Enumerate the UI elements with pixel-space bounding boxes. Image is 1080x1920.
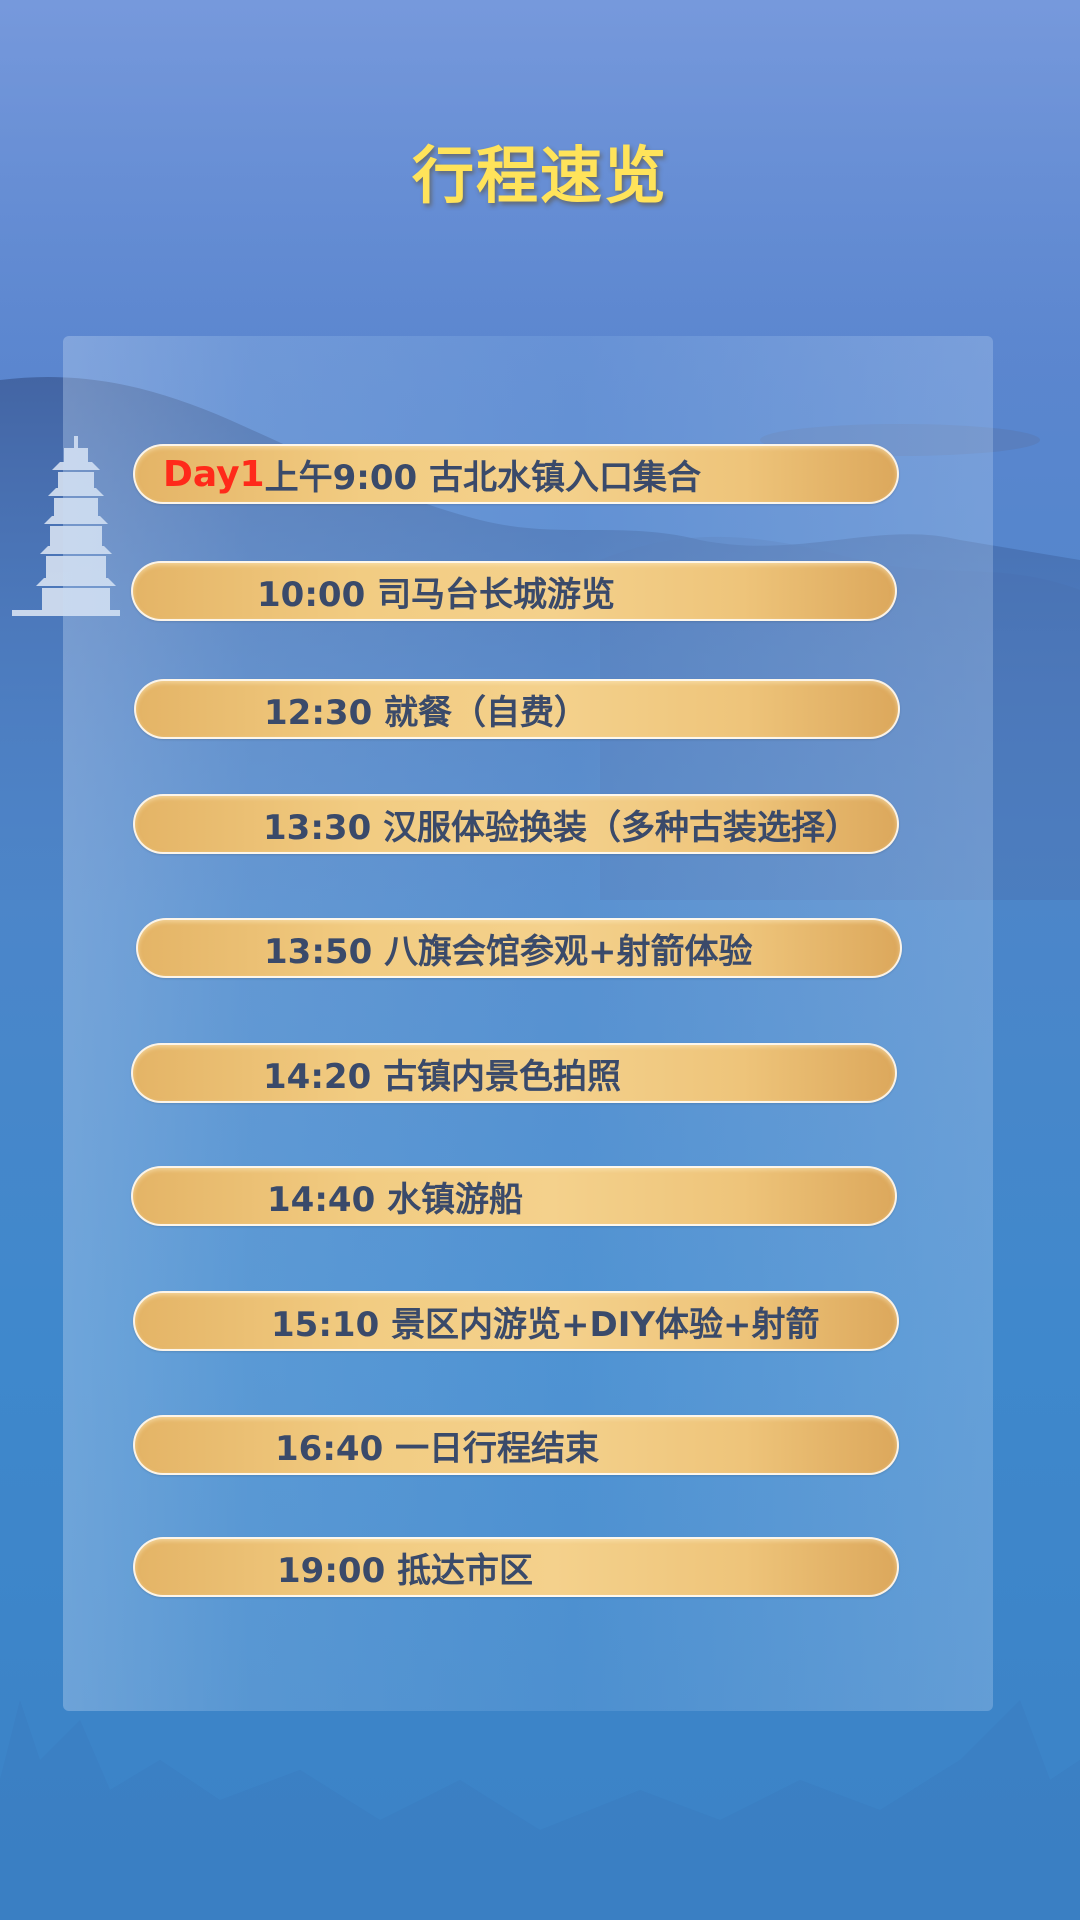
itinerary-item-text: 10:00 司马台长城游览 [257,574,616,615]
day-tag: Day1 [163,453,265,495]
itinerary-item: 19:00 抵达市区 [133,1537,899,1597]
itinerary-item-text: 15:10 景区内游览+DIY体验+射箭 [271,1304,820,1345]
itinerary-item-text: 13:50 八旗会馆参观+射箭体验 [264,931,753,972]
itinerary-item-text: 16:40 一日行程结束 [275,1428,600,1469]
itinerary-item: 12:30 就餐（自费） [134,679,900,739]
itinerary-item: Day1 上午9:00 古北水镇入口集合 [133,444,899,504]
itinerary-item: 14:20 古镇内景色拍照 [131,1043,897,1103]
itinerary-item-text: 上午9:00 古北水镇入口集合 [264,457,701,498]
itinerary-item: 16:40 一日行程结束 [133,1415,899,1475]
itinerary-item: 15:10 景区内游览+DIY体验+射箭 [133,1291,899,1351]
itinerary-item: 14:40 水镇游船 [131,1166,897,1226]
itinerary-panel [63,336,993,1711]
itinerary-item-text: 14:40 水镇游船 [267,1179,524,1220]
itinerary-item-text: 12:30 就餐（自费） [264,692,589,733]
itinerary-item: 13:30 汉服体验换装（多种古装选择） [133,794,899,854]
itinerary-item: 10:00 司马台长城游览 [131,561,897,621]
page-title: 行程速览 [411,139,668,212]
itinerary-item-text: 13:30 汉服体验换装（多种古装选择） [263,807,860,848]
itinerary-item-text: 19:00 抵达市区 [277,1550,534,1591]
itinerary-item-text: 14:20 古镇内景色拍照 [263,1056,622,1097]
itinerary-item: 13:50 八旗会馆参观+射箭体验 [136,918,902,978]
